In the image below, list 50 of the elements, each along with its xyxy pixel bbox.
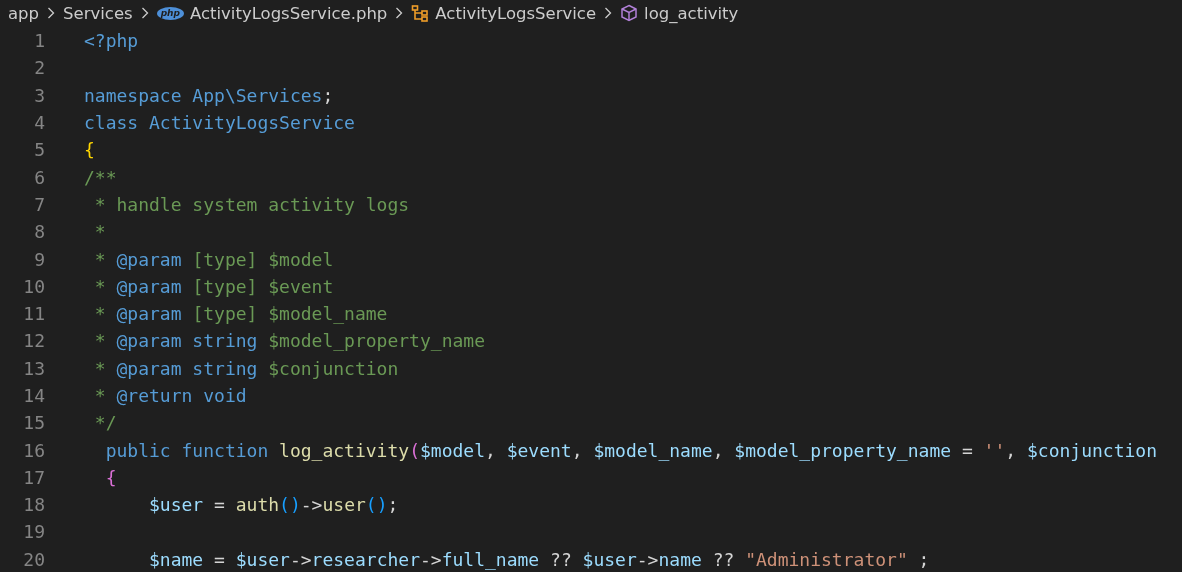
line-number: 11 — [22, 303, 45, 325]
line-number: 16 — [22, 439, 45, 461]
code-line: * @param [type] $model — [93, 248, 334, 270]
chevron-icon — [47, 7, 56, 19]
line-number: 4 — [33, 112, 45, 134]
line-number: 3 — [33, 84, 45, 106]
line-number: 7 — [33, 193, 45, 215]
line-number: 19 — [22, 521, 45, 543]
code-line: /** — [84, 166, 117, 188]
chevron-icon — [604, 7, 613, 19]
code-line: namespace App\Services; — [84, 84, 334, 106]
line-number: 9 — [33, 248, 45, 270]
breadcrumb-item[interactable]: app — [8, 3, 40, 23]
breadcrumb-item[interactable]: log_activity — [644, 3, 739, 23]
line-number: 20 — [22, 548, 45, 570]
breadcrumb-item[interactable]: ActivityLogsService.php — [189, 3, 388, 23]
breadcrumb-item[interactable]: ActivityLogsService — [435, 3, 597, 23]
line-number: 5 — [33, 139, 45, 161]
code-line: { — [84, 139, 95, 161]
code-line: * — [93, 221, 106, 243]
line-number: 2 — [33, 57, 45, 79]
code-line: * @param string $conjunction — [93, 357, 399, 379]
line-number: 10 — [22, 275, 45, 297]
class-icon — [411, 4, 430, 22]
code-line: * @param string $model_property_name — [93, 330, 485, 352]
line-number: 18 — [22, 494, 45, 516]
line-number: 12 — [22, 330, 45, 352]
line-number: 6 — [33, 166, 45, 188]
line-number: 14 — [22, 385, 45, 406]
code-line: { — [104, 466, 117, 488]
line-number: 15 — [22, 412, 45, 434]
code-line: <?php — [84, 30, 139, 52]
line-number: 8 — [33, 221, 45, 243]
code-line: */ — [93, 412, 117, 434]
code-line: * @param [type] $model_name — [93, 303, 388, 325]
chevron-icon — [140, 7, 149, 19]
code-line: $user = auth()->user(); — [148, 494, 399, 516]
code-line: * handle system activity logs — [93, 193, 410, 215]
chevron-icon — [395, 7, 404, 19]
code-line: * @return void — [93, 385, 247, 406]
line-number: 1 — [33, 30, 45, 52]
php-file-icon: php — [156, 6, 184, 20]
line-number: 17 — [22, 466, 45, 488]
line-number: 13 — [22, 357, 45, 379]
code-line: $name = $user->researcher->full_name ?? $user->name ?? "Administrator" ; — [148, 548, 930, 570]
cube-icon — [620, 4, 639, 22]
code-line: public function log_activity($model, $event, $model_name, $model_property_name = '', $conjunction — [104, 439, 1157, 461]
code-line: class ActivityLogsService — [84, 112, 355, 134]
breadcrumb-item[interactable]: Services — [63, 3, 133, 23]
code-line: * @param [type] $event — [93, 275, 334, 297]
